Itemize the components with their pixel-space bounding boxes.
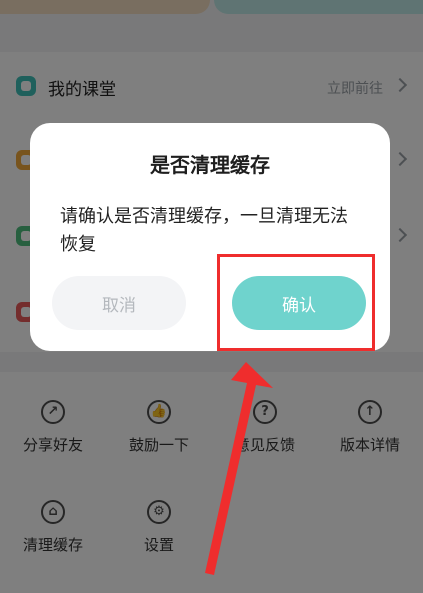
dialog-title: 是否清理缓存 bbox=[150, 153, 270, 177]
annotation-highlight-box bbox=[217, 254, 375, 351]
cancel-button[interactable]: 取消 bbox=[52, 276, 186, 330]
dialog-message: 请确认是否清理缓存，一旦清理无法恢复 bbox=[60, 206, 348, 255]
